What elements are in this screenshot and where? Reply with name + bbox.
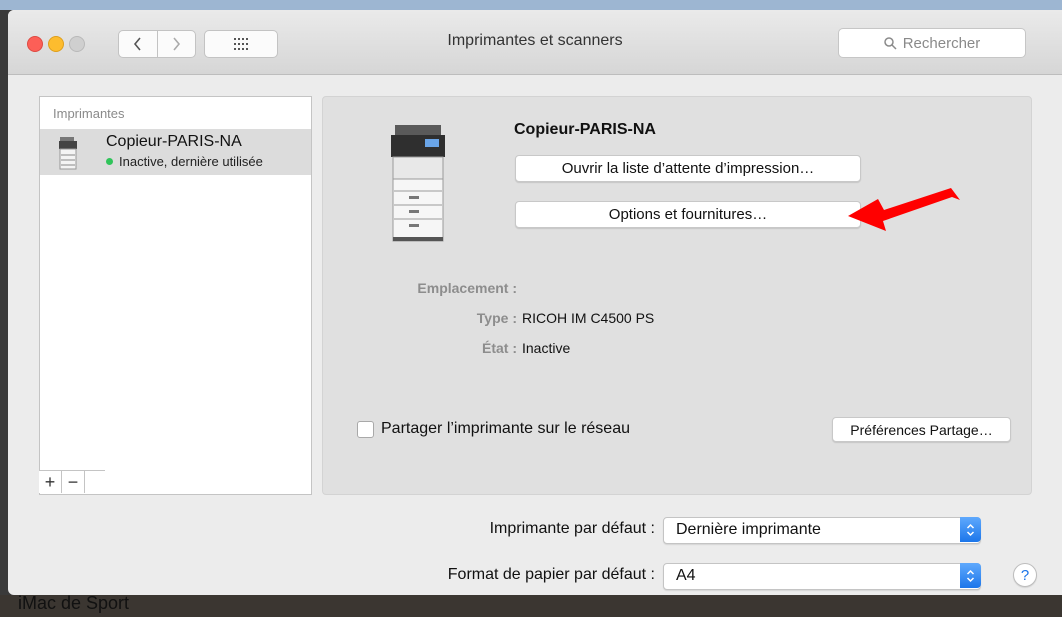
type-label: Type : (476, 310, 517, 326)
open-print-queue-button[interactable]: Ouvrir la liste d’attente d’impression… (515, 155, 861, 182)
printers-list-header: Imprimantes (53, 106, 125, 121)
default-paper-value: A4 (676, 567, 696, 584)
share-printer-label: Partager l’imprimante sur le réseau (381, 420, 630, 437)
default-printer-value: Dernière imprimante (676, 521, 821, 538)
default-printer-select[interactable]: Dernière imprimante (663, 517, 981, 544)
help-button[interactable]: ? (1013, 563, 1037, 587)
search-field[interactable]: Rechercher (838, 28, 1026, 58)
printer-status: Inactive, dernière utilisée (106, 154, 263, 169)
list-controls: + − (39, 470, 105, 493)
default-paper-label: Format de papier par défaut : (447, 566, 655, 583)
printers-list: Imprimantes Copieur-PARIS-NA Inactive, d… (39, 96, 312, 495)
printer-name: Copieur-PARIS-NA (106, 133, 242, 150)
search-placeholder: Rechercher (902, 34, 981, 52)
location-label: Emplacement : (417, 280, 517, 296)
search-icon (883, 36, 897, 50)
printer-thumbnail-icon (59, 137, 77, 170)
state-label: État : (482, 340, 517, 356)
remove-printer-button[interactable]: − (62, 471, 85, 493)
printer-title: Copieur-PARIS-NA (514, 121, 656, 138)
red-arrow-annotation-icon (848, 188, 960, 231)
select-stepper-icon (960, 563, 981, 588)
state-value: Inactive (522, 340, 571, 356)
printer-detail-panel: Copieur-PARIS-NA Ouvrir la liste d’atten… (322, 96, 1032, 495)
printer-list-item[interactable]: Copieur-PARIS-NA Inactive, dernière util… (40, 129, 311, 175)
options-supplies-button[interactable]: Options et fournitures… (515, 201, 861, 228)
type-value: RICOH IM C4500 PS (522, 310, 655, 326)
printer-image-icon (391, 125, 445, 242)
desktop-background (0, 0, 1062, 10)
background-window-text: iMac de Sport (18, 595, 130, 613)
background-window-strip: iMac de Sport (0, 595, 1062, 617)
select-stepper-icon (960, 517, 981, 542)
title-bar: Imprimantes et scanners Rechercher (8, 10, 1062, 75)
sharing-preferences-button[interactable]: Préférences Partage… (832, 417, 1011, 442)
default-paper-select[interactable]: A4 (663, 563, 981, 590)
share-printer-option[interactable]: Partager l’imprimante sur le réseau (357, 420, 630, 438)
preferences-window: Imprimantes et scanners Rechercher Impri… (8, 10, 1062, 595)
default-printer-label: Imprimante par défaut : (489, 520, 655, 537)
share-printer-checkbox[interactable] (357, 420, 374, 438)
printer-status-text: Inactive, dernière utilisée (119, 154, 263, 169)
add-printer-button[interactable]: + (39, 471, 62, 493)
status-dot-icon (106, 158, 113, 165)
